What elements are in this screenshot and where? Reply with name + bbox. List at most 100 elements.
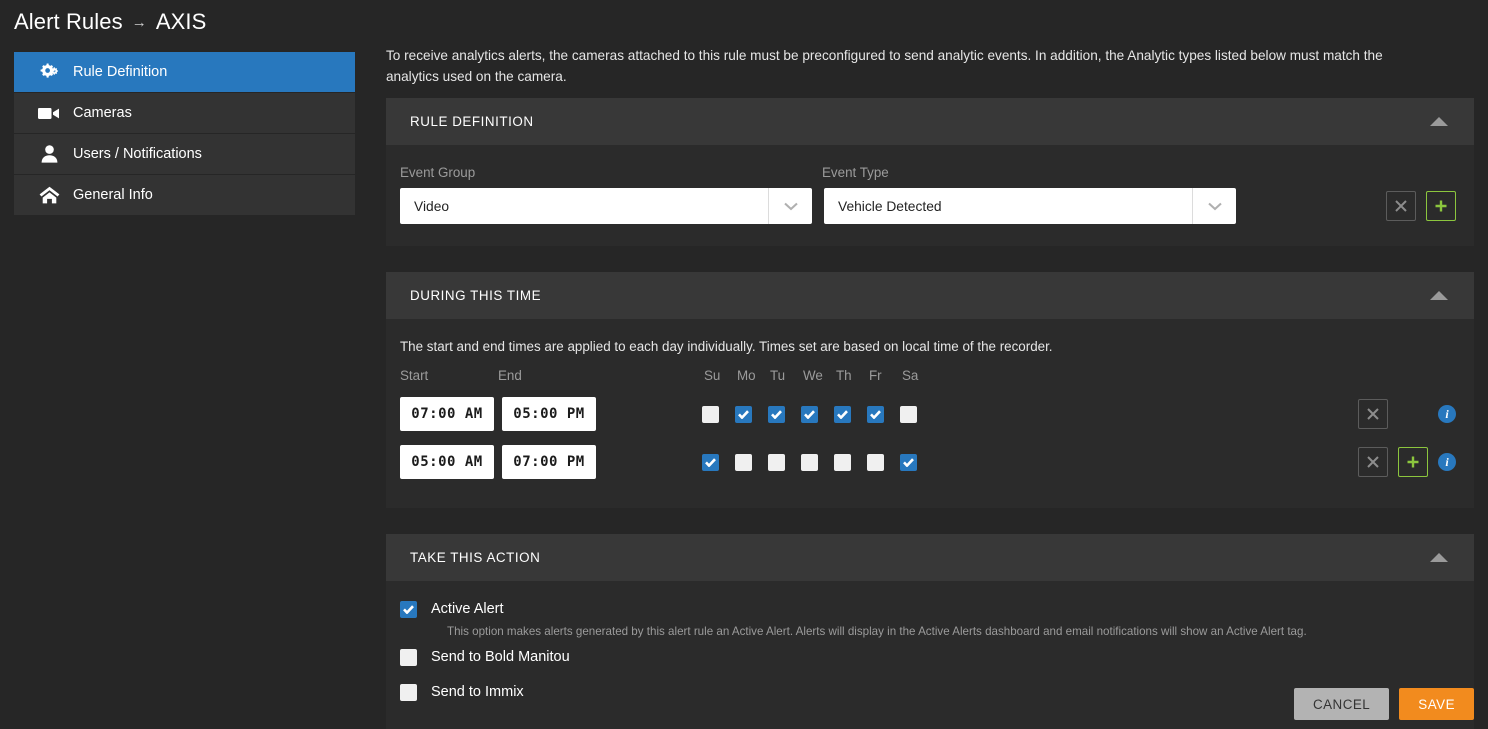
end-time-input[interactable]: 07:00 PM — [502, 445, 596, 479]
active-alert-checkbox[interactable] — [400, 601, 417, 618]
action-option-active-alert: Active Alert — [400, 601, 1474, 618]
sidebar-item-label: Cameras — [73, 105, 132, 121]
action-option-label: Active Alert — [431, 601, 504, 617]
event-type-select[interactable]: Vehicle Detected — [824, 188, 1236, 224]
home-icon — [38, 185, 60, 205]
event-group-select[interactable]: Video — [400, 188, 812, 224]
sidebar-item-label: Rule Definition — [73, 64, 168, 80]
sidebar-item-general-info[interactable]: General Info — [14, 175, 355, 216]
intro-text: To receive analytics alerts, the cameras… — [386, 48, 1383, 84]
chevron-down-icon[interactable] — [768, 188, 812, 224]
rule-row-actions — [1386, 191, 1474, 221]
end-column-label: End — [498, 368, 522, 383]
send-to-bold-manitou-checkbox[interactable] — [400, 649, 417, 666]
panel-title: TAKE THIS ACTION — [410, 550, 541, 565]
day-label-we: We — [803, 368, 823, 383]
user-icon — [38, 144, 60, 164]
day-label-sa: Sa — [902, 368, 919, 383]
event-type-label: Event Type — [822, 165, 889, 180]
collapse-caret-icon[interactable] — [1430, 553, 1448, 562]
day-checkbox-mo[interactable] — [735, 453, 752, 471]
day-checkbox-su[interactable] — [702, 405, 719, 423]
during-this-time-body: The start and end times are applied to e… — [386, 319, 1474, 508]
time-row-actions: i — [1358, 447, 1474, 477]
alert-rules-page: Alert Rules → AXIS Rule Definition Camer… — [0, 0, 1488, 729]
rule-field-labels: Event Group Event Type — [400, 165, 1474, 180]
day-column-labels: Su Mo Tu We Th Fr Sa — [704, 368, 935, 383]
event-type-value: Vehicle Detected — [838, 198, 942, 214]
cogs-icon — [38, 62, 60, 82]
collapse-caret-icon[interactable] — [1430, 291, 1448, 300]
chevron-down-icon[interactable] — [1192, 188, 1236, 224]
day-checkbox-tu[interactable] — [768, 453, 785, 471]
day-label-fr: Fr — [869, 368, 882, 383]
during-this-time-panel: DURING THIS TIME The start and end times… — [386, 272, 1474, 508]
day-checkbox-sa[interactable] — [900, 405, 917, 423]
day-checkbox-th[interactable] — [834, 453, 851, 471]
action-option-label: Send to Bold Manitou — [431, 649, 570, 665]
sidebar-item-cameras[interactable]: Cameras — [14, 93, 355, 134]
event-group-label: Event Group — [400, 165, 476, 180]
day-label-mo: Mo — [737, 368, 756, 383]
sidebar: Rule Definition Cameras Users / Notifica… — [14, 52, 355, 216]
sidebar-item-rule-definition[interactable]: Rule Definition — [14, 52, 355, 93]
panel-title: RULE DEFINITION — [410, 114, 534, 129]
send-to-immix-checkbox[interactable] — [400, 684, 417, 701]
day-checkboxes — [702, 453, 933, 471]
day-label-tu: Tu — [770, 368, 786, 383]
video-camera-icon — [38, 103, 60, 123]
day-checkbox-mo[interactable] — [735, 405, 752, 423]
day-checkbox-sa[interactable] — [900, 453, 917, 471]
day-checkbox-we[interactable] — [801, 405, 818, 423]
day-label-th: Th — [836, 368, 852, 383]
cancel-button[interactable]: CANCEL — [1293, 688, 1390, 720]
start-time-input[interactable]: 05:00 AM — [400, 445, 494, 479]
time-column-headers: Start End Su Mo Tu We Th Fr Sa — [400, 368, 1474, 383]
main-content: To receive analytics alerts, the cameras… — [386, 45, 1474, 729]
remove-time-row-button[interactable] — [1358, 399, 1388, 429]
add-rule-button[interactable] — [1426, 191, 1456, 221]
day-checkbox-fr[interactable] — [867, 405, 884, 423]
day-checkbox-th[interactable] — [834, 405, 851, 423]
sidebar-item-label: Users / Notifications — [73, 146, 202, 162]
add-time-row-button[interactable] — [1398, 447, 1428, 477]
time-row-actions: i — [1358, 399, 1474, 429]
day-checkboxes — [702, 405, 933, 423]
breadcrumb-root[interactable]: Alert Rules — [14, 9, 123, 35]
rule-definition-header[interactable]: RULE DEFINITION — [386, 98, 1474, 145]
rule-definition-body: Event Group Event Type Video Vehicle Det… — [386, 145, 1474, 246]
time-help-text: The start and end times are applied to e… — [400, 339, 1053, 354]
event-group-value: Video — [414, 198, 450, 214]
take-this-action-header[interactable]: TAKE THIS ACTION — [386, 534, 1474, 581]
day-checkbox-tu[interactable] — [768, 405, 785, 423]
breadcrumb-arrow-icon: → — [131, 14, 147, 31]
day-checkbox-su[interactable] — [702, 453, 719, 471]
sidebar-item-label: General Info — [73, 187, 153, 203]
start-time-input[interactable]: 07:00 AM — [400, 397, 494, 431]
during-this-time-header[interactable]: DURING THIS TIME — [386, 272, 1474, 319]
sidebar-item-users-notifications[interactable]: Users / Notifications — [14, 134, 355, 175]
footer-actions: CANCEL SAVE — [1293, 688, 1474, 720]
breadcrumb-current: AXIS — [155, 9, 207, 34]
rule-definition-panel: RULE DEFINITION Event Group Event Type V… — [386, 98, 1474, 246]
time-row: 07:00 AM 05:00 PM i — [400, 390, 1474, 438]
day-label-su: Su — [704, 368, 721, 383]
panel-title: DURING THIS TIME — [410, 288, 542, 303]
breadcrumb: Alert Rules → AXIS — [14, 9, 206, 35]
remove-time-row-button[interactable] — [1358, 447, 1388, 477]
rule-select-row: Video Vehicle Detected — [400, 188, 1474, 224]
collapse-caret-icon[interactable] — [1430, 117, 1448, 126]
end-time-input[interactable]: 05:00 PM — [502, 397, 596, 431]
time-row: 05:00 AM 07:00 PM i — [400, 438, 1474, 486]
remove-rule-button[interactable] — [1386, 191, 1416, 221]
start-column-label: Start — [400, 368, 429, 383]
save-button[interactable]: SAVE — [1399, 688, 1474, 720]
action-option-send-to-bold-manitou: Send to Bold Manitou — [400, 649, 1474, 666]
day-checkbox-fr[interactable] — [867, 453, 884, 471]
day-checkbox-we[interactable] — [801, 453, 818, 471]
info-icon[interactable]: i — [1438, 453, 1456, 471]
action-option-label: Send to Immix — [431, 684, 524, 700]
info-icon[interactable]: i — [1438, 405, 1456, 423]
active-alert-description: This option makes alerts generated by th… — [447, 625, 1307, 638]
